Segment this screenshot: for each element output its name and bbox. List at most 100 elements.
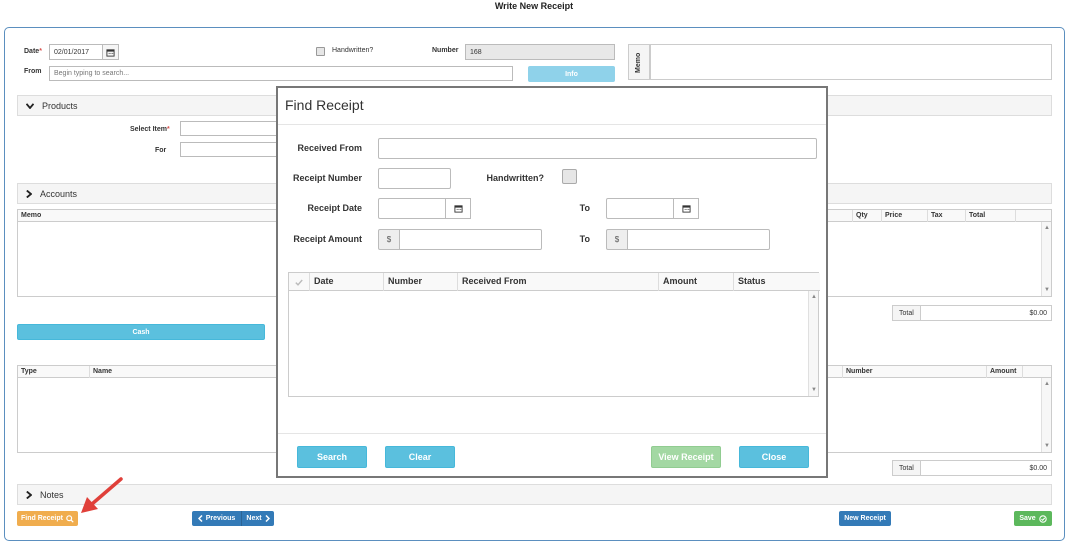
chevron-right-icon	[26, 490, 32, 499]
previous-button[interactable]: Previous	[192, 511, 241, 526]
handwritten-label: Handwritten?	[332, 47, 374, 54]
from-label: From	[24, 68, 42, 75]
accounts-col-price[interactable]: Price	[881, 210, 927, 222]
receipt-amount-from-input[interactable]	[399, 229, 542, 250]
payments-total-label: Total	[892, 460, 921, 476]
check-circle-icon	[1038, 514, 1047, 523]
search-icon	[66, 514, 74, 523]
modal-title: Find Receipt	[285, 97, 364, 113]
calendar-icon	[453, 205, 463, 213]
accounts-col-total[interactable]: Total	[965, 210, 1015, 222]
notes-title: Notes	[40, 489, 64, 500]
receipt-date-to-input[interactable]	[606, 198, 674, 219]
chevron-down-icon	[26, 102, 34, 109]
page-title: Write New Receipt	[494, 1, 574, 11]
date-input[interactable]: 02/01/2017	[49, 44, 103, 60]
new-receipt-button[interactable]: New Receipt	[839, 511, 891, 526]
payments-col-amount[interactable]: Amount	[986, 366, 1022, 378]
find-receipt-button[interactable]: Find Receipt	[17, 511, 78, 526]
chevron-left-icon	[197, 515, 203, 522]
for-label: For	[155, 147, 167, 154]
scroll-down-icon[interactable]: ▼	[1042, 286, 1052, 294]
amount-to-currency: $	[606, 229, 628, 250]
modal-footer-divider	[278, 433, 826, 434]
accounts-col-qty[interactable]: Qty	[852, 210, 881, 222]
receipt-date-label: Receipt Date	[307, 203, 362, 213]
from-input[interactable]: Begin typing to search...	[49, 66, 513, 81]
select-item-input[interactable]	[180, 121, 278, 136]
number-label: Number	[432, 47, 459, 54]
next-label: Next	[246, 515, 262, 522]
scroll-up-icon[interactable]: ▲	[809, 293, 819, 301]
chevron-right-icon	[265, 515, 270, 522]
receipt-amount-to-label: To	[579, 234, 590, 244]
accounts-total-label: Total	[892, 305, 921, 321]
payments-col-type[interactable]: Type	[18, 366, 89, 378]
results-scrollbar[interactable]: ▲ ▼	[808, 291, 818, 396]
find-receipt-label: Find Receipt	[20, 515, 63, 522]
payments-col-action	[1022, 366, 1051, 378]
payments-scrollbar[interactable]: ▲ ▼	[1041, 378, 1051, 452]
scroll-down-icon[interactable]: ▼	[1042, 442, 1052, 450]
accounts-title: Accounts	[40, 188, 78, 199]
received-from-input[interactable]	[378, 138, 817, 159]
find-receipt-modal: Find Receipt Received From Receipt Numbe…	[276, 86, 828, 478]
accounts-col-tax[interactable]: Tax	[927, 210, 965, 222]
save-button[interactable]: Save	[1014, 511, 1052, 526]
calendar-icon	[681, 205, 691, 213]
results-col-number[interactable]: Number	[383, 273, 457, 291]
products-title: Products	[42, 100, 78, 111]
accounts-total-value: $0.00	[920, 305, 1052, 321]
memo-label-box: Memo	[628, 44, 650, 80]
modal-close-button[interactable]: Close	[739, 446, 809, 468]
check-icon	[295, 279, 303, 286]
receipt-amount-to-input[interactable]	[627, 229, 770, 250]
scroll-down-icon[interactable]: ▼	[809, 386, 819, 394]
previous-label: Previous	[205, 515, 236, 522]
number-input[interactable]: 168	[465, 44, 615, 60]
receipt-amount-label: Receipt Amount	[293, 234, 362, 244]
receipt-number-input[interactable]	[378, 168, 451, 189]
chevron-right-icon	[26, 189, 32, 198]
modal-handwritten-checkbox[interactable]	[562, 169, 577, 184]
modal-handwritten-label: Handwritten?	[486, 173, 545, 183]
accounts-col-action	[1015, 210, 1031, 222]
handwritten-checkbox[interactable]	[316, 47, 325, 56]
modal-search-button[interactable]: Search	[297, 446, 367, 468]
receipt-date-to-calendar-button[interactable]	[673, 198, 699, 219]
notes-section-toggle[interactable]: Notes	[17, 484, 1052, 505]
results-grid: Date Number Received From Amount Status …	[288, 272, 820, 397]
memo-textarea[interactable]	[650, 44, 1052, 80]
results-col-amount[interactable]: Amount	[658, 273, 733, 291]
date-label: Date*	[24, 48, 42, 55]
received-from-label: Received From	[297, 143, 362, 153]
results-col-date[interactable]: Date	[309, 273, 383, 291]
memo-label: Memo	[635, 52, 642, 73]
amount-from-currency: $	[378, 229, 400, 250]
for-input[interactable]	[180, 142, 278, 157]
payments-total-value: $0.00	[920, 460, 1052, 476]
info-button[interactable]: Info	[528, 66, 615, 82]
results-col-received-from[interactable]: Received From	[457, 273, 658, 291]
scroll-up-icon[interactable]: ▲	[1042, 380, 1052, 388]
receipt-date-to-label: To	[579, 203, 590, 213]
payments-col-number[interactable]: Number	[842, 366, 986, 378]
modal-view-receipt-button[interactable]: View Receipt	[651, 446, 721, 468]
modal-clear-button[interactable]: Clear	[385, 446, 455, 468]
date-calendar-button[interactable]	[102, 44, 119, 60]
scroll-up-icon[interactable]: ▲	[1042, 224, 1052, 232]
next-button[interactable]: Next	[241, 511, 274, 526]
select-item-label: Select Item*	[130, 126, 170, 133]
receipt-date-from-calendar-button[interactable]	[445, 198, 471, 219]
results-col-status[interactable]: Status	[733, 273, 820, 291]
payments-col-name[interactable]: Name	[89, 366, 279, 378]
receipt-date-from-input[interactable]	[378, 198, 446, 219]
select-all-check[interactable]	[289, 273, 309, 291]
save-label: Save	[1019, 515, 1036, 522]
annotation-arrow-icon	[81, 477, 123, 513]
accounts-scrollbar[interactable]: ▲ ▼	[1041, 222, 1051, 296]
receipt-number-label: Receipt Number	[292, 173, 362, 183]
modal-header-divider	[278, 124, 826, 125]
cash-button[interactable]: Cash	[17, 324, 265, 340]
results-grid-header: Date Number Received From Amount Status	[289, 273, 820, 291]
